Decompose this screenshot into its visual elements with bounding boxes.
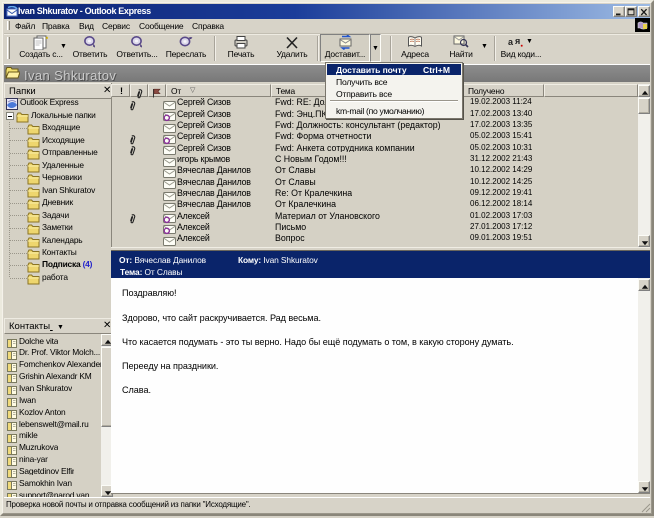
svg-text:я: я [515,36,520,46]
svg-text:а: а [508,37,514,47]
